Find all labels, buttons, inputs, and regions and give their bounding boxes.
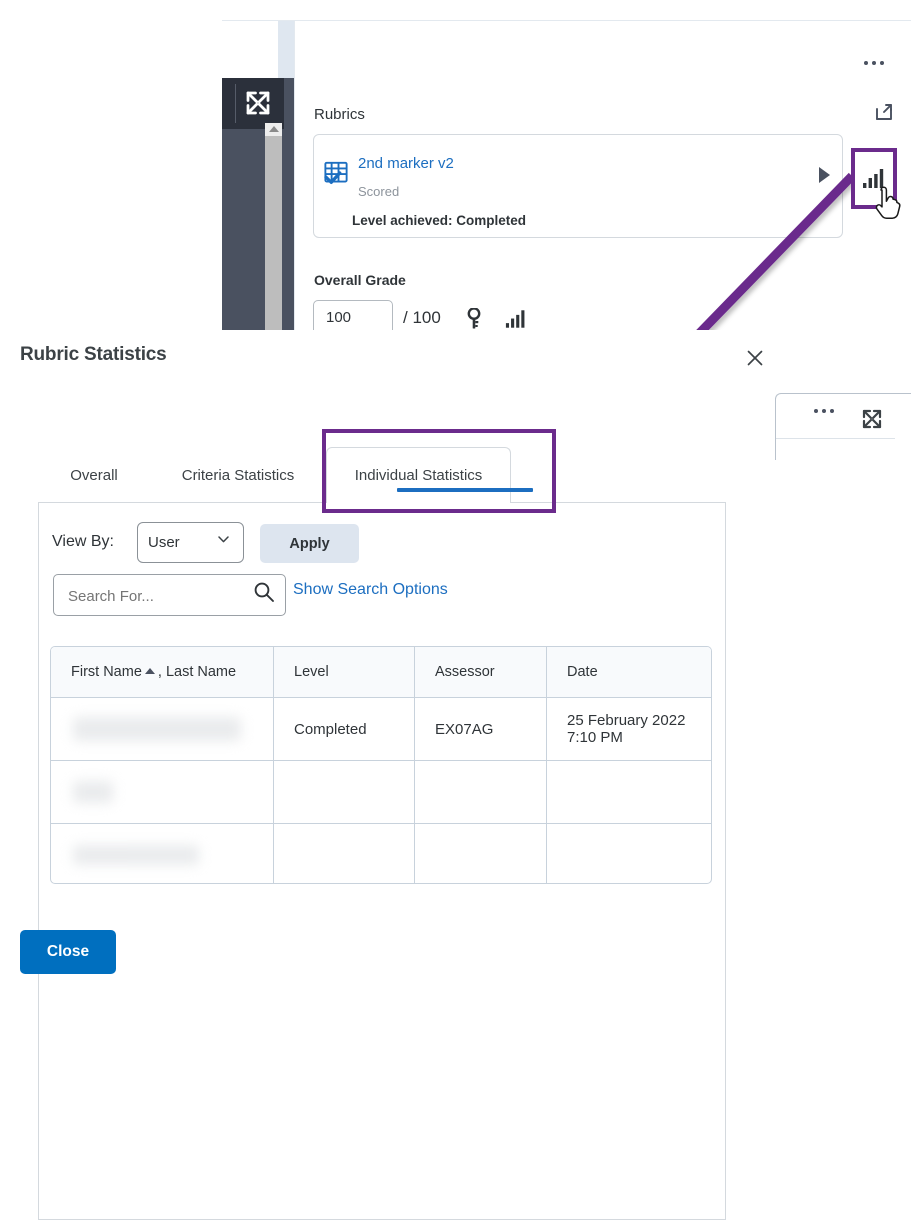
table-row[interactable] bbox=[51, 760, 711, 824]
rubric-status-text: Scored bbox=[358, 184, 400, 199]
column-header-name[interactable]: First Name , Last Name bbox=[51, 647, 274, 698]
tab-individual-statistics[interactable]: Individual Statistics bbox=[326, 447, 533, 503]
ellipsis-icon-dot bbox=[830, 409, 834, 413]
cell-level bbox=[273, 760, 415, 824]
right-panel-divider bbox=[776, 438, 895, 439]
rail-expand-icon[interactable] bbox=[243, 88, 273, 118]
ellipsis-icon-dot bbox=[872, 61, 876, 65]
close-button[interactable]: Close bbox=[20, 930, 116, 974]
tab-overall[interactable]: Overall bbox=[38, 447, 150, 503]
external-link-icon[interactable] bbox=[872, 100, 896, 129]
background-right-panel bbox=[775, 393, 911, 460]
column-header-level[interactable]: Level bbox=[273, 647, 415, 698]
cell-name bbox=[51, 697, 274, 761]
table-row[interactable] bbox=[51, 823, 712, 884]
column-header-date[interactable]: Date bbox=[546, 647, 711, 698]
close-x-icon[interactable] bbox=[742, 345, 768, 371]
right-panel-more-options-button[interactable] bbox=[814, 409, 834, 413]
table-head: First Name , Last Name Level Assessor Dat… bbox=[51, 647, 711, 698]
show-search-options-link[interactable]: Show Search Options bbox=[293, 581, 448, 599]
rubric-level-achieved: Level achieved: Completed bbox=[352, 213, 527, 228]
table-body: Completed EX07AG 25 February 2022 7:10 P… bbox=[51, 697, 712, 884]
cell-name bbox=[51, 823, 274, 883]
tab-criteria-statistics[interactable]: Criteria Statistics bbox=[150, 447, 326, 503]
rubric-name-link[interactable]: 2nd marker v2 bbox=[358, 155, 454, 172]
cell-date bbox=[546, 760, 711, 824]
ellipsis-icon-dot bbox=[822, 409, 826, 413]
column-header-first-name: First Name bbox=[71, 664, 142, 680]
cell-name bbox=[51, 760, 274, 824]
background-application: Rubrics 2nd marker v2 Scored Level achie… bbox=[0, 0, 911, 340]
content-divider bbox=[294, 21, 295, 340]
rubric-grid-check-icon bbox=[321, 159, 351, 194]
more-options-button[interactable] bbox=[858, 52, 890, 74]
overall-grade-denominator: / 100 bbox=[403, 308, 441, 327]
top-divider bbox=[222, 20, 911, 21]
cell-date: 25 February 2022 7:10 PM bbox=[546, 697, 711, 761]
search-icon[interactable] bbox=[253, 581, 275, 608]
search-input[interactable] bbox=[66, 584, 250, 608]
sort-ascending-icon bbox=[144, 668, 155, 674]
column-header-last-name: , Last Name bbox=[157, 664, 237, 680]
table-header-row: First Name , Last Name Level Assessor Dat… bbox=[51, 647, 711, 698]
cell-assessor bbox=[414, 823, 547, 883]
redacted-name bbox=[73, 781, 113, 803]
triangle-right-icon[interactable] bbox=[819, 167, 830, 183]
cell-assessor bbox=[414, 760, 547, 824]
table-row[interactable]: Completed EX07AG 25 February 2022 7:10 P… bbox=[51, 697, 711, 761]
view-by-label: View By: bbox=[52, 533, 114, 550]
active-tab-underline bbox=[397, 488, 533, 492]
overall-grade-label: Overall Grade bbox=[314, 272, 406, 288]
ellipsis-icon-dot bbox=[814, 409, 818, 413]
redacted-name bbox=[73, 717, 241, 741]
cell-level: Completed bbox=[273, 697, 415, 761]
statistics-tablist: Overall Criteria Statistics Individual S… bbox=[38, 447, 726, 503]
tab-label: Overall bbox=[70, 466, 118, 484]
rail-scroll-up-arrow-icon[interactable] bbox=[269, 126, 279, 132]
column-header-assessor[interactable]: Assessor bbox=[414, 647, 547, 698]
tab-label: Individual Statistics bbox=[354, 467, 483, 484]
cell-level bbox=[273, 823, 415, 883]
redacted-name bbox=[73, 845, 199, 865]
dialog-title: Rubric Statistics bbox=[20, 344, 167, 365]
expand-arrows-icon[interactable] bbox=[860, 407, 884, 436]
cell-date bbox=[547, 824, 712, 884]
ellipsis-icon-dot bbox=[880, 61, 884, 65]
pointer-hand-cursor bbox=[873, 186, 903, 227]
tab-label: Criteria Statistics bbox=[181, 466, 295, 484]
individual-statistics-table-wrapper: First Name , Last Name Level Assessor Dat… bbox=[50, 646, 712, 884]
toolbar-separator bbox=[235, 84, 236, 123]
apply-button[interactable]: Apply bbox=[260, 524, 359, 563]
cell-assessor: EX07AG bbox=[414, 697, 547, 761]
rail-scrollbar-thumb[interactable] bbox=[265, 136, 282, 340]
ellipsis-icon-dot bbox=[864, 61, 868, 65]
rubrics-section-label: Rubrics bbox=[314, 106, 365, 123]
view-by-select[interactable]: User bbox=[137, 522, 244, 563]
rubric-statistics-dialog: Rubric Statistics Overall Criteria Stati… bbox=[0, 330, 775, 1220]
individual-statistics-table: First Name , Last Name Level Assessor Dat… bbox=[51, 647, 712, 884]
